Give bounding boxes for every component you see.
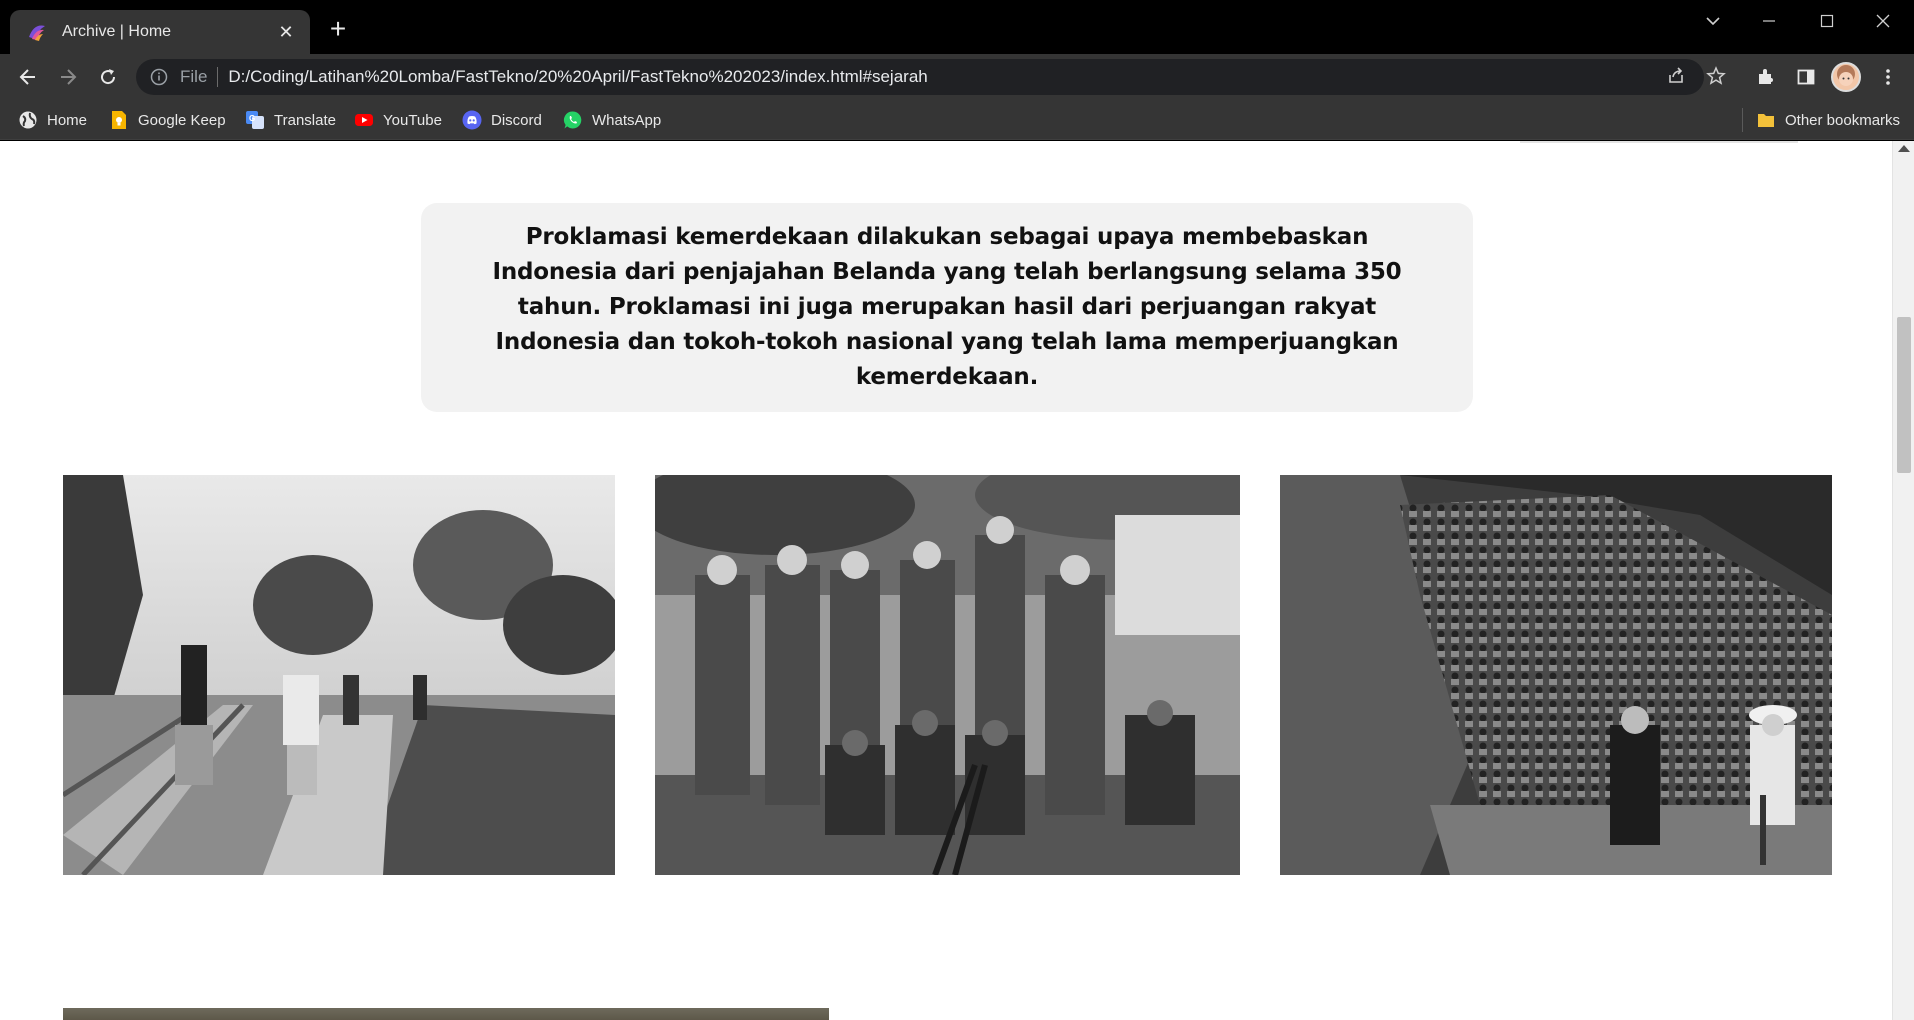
tab-search-icon[interactable] <box>1690 6 1736 36</box>
whatsapp-icon <box>563 111 582 129</box>
other-bookmarks-label: Other bookmarks <box>1785 111 1901 129</box>
bookmark-discord[interactable]: Discord <box>462 106 542 134</box>
site-info-icon[interactable] <box>150 68 168 86</box>
bookmark-youtube[interactable]: YouTube <box>354 106 442 134</box>
sejarah-quote-card: Proklamasi kemerdekaan dilakukan sebagai… <box>421 203 1473 412</box>
bookmark-google-keep[interactable]: Google Keep <box>109 106 226 134</box>
bookmarks-bar: Home Google Keep G Translate YouTube Dis… <box>0 100 1914 140</box>
profile-avatar[interactable] <box>1830 61 1862 93</box>
bookmark-label: Discord <box>491 111 542 129</box>
svg-text:G: G <box>249 114 255 123</box>
globe-icon <box>19 111 37 129</box>
active-tab[interactable]: Archive | Home ✕ <box>10 10 310 54</box>
maximize-icon[interactable] <box>1804 6 1850 36</box>
bookmark-other-bookmarks[interactable]: Other bookmarks <box>1756 106 1900 134</box>
reload-icon[interactable] <box>92 61 124 93</box>
tab-close-icon[interactable]: ✕ <box>274 22 298 43</box>
profile-avatar-image <box>1831 62 1861 92</box>
new-tab-button[interactable]: + <box>324 15 352 44</box>
url-scheme-label: File <box>180 67 208 86</box>
keep-icon <box>112 111 126 129</box>
browser-tab-strip: Archive | Home ✕ + <box>0 0 1914 54</box>
page-scrollbar[interactable] <box>1892 141 1914 1020</box>
translate-icon: G <box>246 111 264 129</box>
historical-photo-railway-workers <box>63 475 615 875</box>
omnibox-divider <box>217 67 219 87</box>
bookmark-label: Home <box>47 111 88 129</box>
browser-toolbar: File D:/Coding/Latihan%20Lomba/FastTekno… <box>0 54 1914 100</box>
bookmarks-divider <box>1742 108 1743 132</box>
bookmark-label: WhatsApp <box>592 111 662 129</box>
forward-icon[interactable] <box>52 61 84 93</box>
header-edge-line <box>1520 141 1798 143</box>
bookmark-label: Google Keep <box>138 111 226 129</box>
bookmark-whatsapp[interactable]: WhatsApp <box>563 106 661 134</box>
youtube-icon <box>355 114 373 126</box>
bookmark-label: Translate <box>274 111 336 129</box>
bookmark-translate[interactable]: G Translate <box>245 106 336 134</box>
share-icon[interactable] <box>1660 60 1692 92</box>
page-viewport: Proklamasi kemerdekaan dilakukan sebagai… <box>0 141 1914 1020</box>
extensions-icon[interactable] <box>1750 61 1782 93</box>
bookmark-label: YouTube <box>383 111 442 129</box>
tab-title: Archive | Home <box>62 23 172 40</box>
next-section-photo-edge <box>63 1008 829 1020</box>
window-close-icon[interactable] <box>1860 6 1906 36</box>
historical-photo-crowd-gathering <box>1280 475 1832 875</box>
bookmark-home[interactable]: Home <box>18 106 87 134</box>
discord-icon <box>462 110 482 130</box>
url-text[interactable]: D:/Coding/Latihan%20Lomba/FastTekno/20%2… <box>228 67 927 87</box>
back-icon[interactable] <box>12 61 44 93</box>
bookmark-star-icon[interactable] <box>1700 60 1732 92</box>
folder-icon <box>1758 114 1774 127</box>
archive-favicon-icon <box>29 25 45 41</box>
side-panel-icon[interactable] <box>1790 61 1822 93</box>
historical-photo-soldiers-prisoners <box>655 475 1240 875</box>
chrome-menu-icon[interactable] <box>1872 61 1904 93</box>
minimize-icon[interactable] <box>1746 6 1792 36</box>
scroll-up-arrow-icon[interactable] <box>1898 145 1910 152</box>
address-bar[interactable]: File D:/Coding/Latihan%20Lomba/FastTekno… <box>136 59 1704 95</box>
scrollbar-thumb[interactable] <box>1897 317 1911 473</box>
sejarah-quote-text: Proklamasi kemerdekaan dilakukan sebagai… <box>492 224 1402 390</box>
